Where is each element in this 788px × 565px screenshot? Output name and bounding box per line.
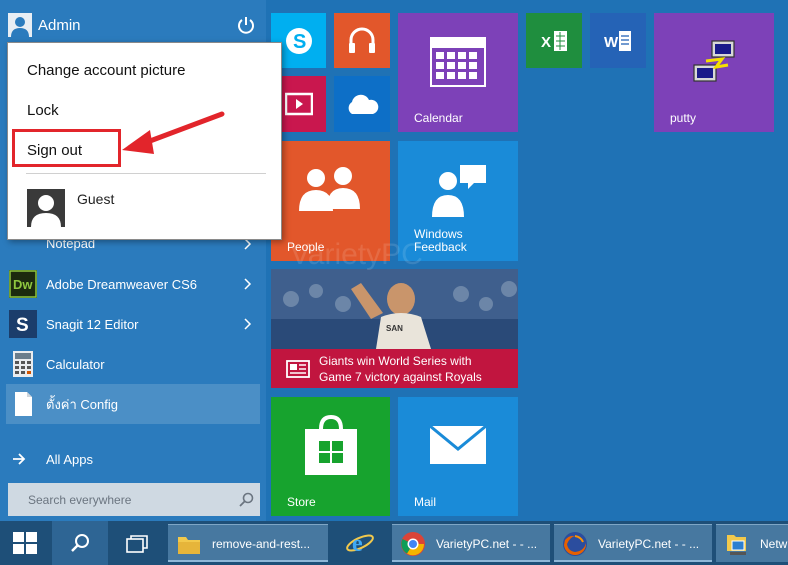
app-item-snagit[interactable]: S Snagit 12 Editor <box>6 306 260 342</box>
guest-user-icon <box>27 189 65 227</box>
lock-item[interactable]: Lock <box>27 102 59 119</box>
chrome-icon <box>401 532 425 556</box>
tile-putty[interactable]: putty <box>654 13 774 132</box>
svg-text:W: W <box>604 34 619 51</box>
news-headline-line-1: Giants win World Series with <box>319 354 472 368</box>
task-label: Netw <box>760 537 788 551</box>
tile-onedrive[interactable] <box>334 76 390 132</box>
calendar-icon <box>430 37 486 87</box>
watermark: VarietyPC <box>290 238 423 271</box>
search-icon <box>71 534 89 552</box>
task-view-icon <box>126 535 148 553</box>
taskbar: remove-and-rest... e VarietyPC.net - - .… <box>0 521 788 565</box>
internet-explorer-icon: e <box>346 531 374 557</box>
task-label: VarietyPC.net - - ... <box>598 537 700 551</box>
search-input[interactable] <box>8 483 228 516</box>
user-name[interactable]: Admin <box>38 17 81 34</box>
svg-text:S: S <box>293 31 306 53</box>
excel-icon: X <box>541 31 567 51</box>
tile-label: Calendar <box>414 111 463 125</box>
all-apps-label: All Apps <box>46 452 93 467</box>
store-bag-icon <box>305 414 357 475</box>
app-item-label: Adobe Dreamweaver CS6 <box>46 276 198 292</box>
annotation-arrow-icon <box>122 111 225 154</box>
menu-divider <box>26 173 266 174</box>
svg-text:Dw: Dw <box>13 277 33 292</box>
user-avatar-icon <box>8 13 32 37</box>
windows-logo-icon <box>13 532 37 554</box>
tile-word[interactable]: W <box>590 13 646 68</box>
taskbar-ie-button[interactable]: e <box>332 521 388 565</box>
svg-text:X: X <box>541 34 551 51</box>
app-item-config[interactable]: ตั้งค่า Config <box>6 384 260 424</box>
document-icon <box>15 392 32 416</box>
task-active-indicator <box>554 560 712 562</box>
news-photo-image: SAN <box>271 269 518 349</box>
snagit-icon: S <box>9 310 37 338</box>
search-taskbar-button[interactable] <box>52 521 108 565</box>
chevron-right-icon[interactable] <box>243 316 253 332</box>
newspaper-icon <box>286 360 310 378</box>
task-view-button[interactable] <box>108 521 164 565</box>
skype-icon: S <box>286 28 312 54</box>
task-active-indicator <box>392 560 550 562</box>
tile-calendar[interactable]: Calendar <box>398 13 518 132</box>
chevron-right-icon[interactable] <box>243 276 253 292</box>
firefox-icon <box>563 532 587 556</box>
taskbar-task-explorer[interactable]: remove-and-rest... <box>168 524 328 562</box>
folder-icon <box>178 537 200 554</box>
tile-music[interactable] <box>334 13 390 68</box>
app-item-label: ตั้งค่า Config <box>46 396 118 412</box>
search-box[interactable] <box>8 483 260 516</box>
task-active-indicator <box>168 560 328 562</box>
feedback-icon <box>432 165 486 217</box>
news-headline: Giants win World Series with Game 7 vict… <box>319 353 482 385</box>
search-icon[interactable] <box>238 492 254 508</box>
app-item-label: Snagit 12 Editor <box>46 316 139 332</box>
dreamweaver-icon: Dw <box>9 270 37 298</box>
video-icon <box>285 92 313 116</box>
power-icon[interactable] <box>236 15 256 35</box>
tile-mail[interactable]: Mail <box>398 397 518 516</box>
word-icon: W <box>604 31 631 51</box>
news-headline-bar: Giants win World Series with Game 7 vict… <box>271 349 518 388</box>
people-icon <box>299 167 360 211</box>
all-apps-button[interactable]: All Apps <box>10 450 190 470</box>
arrow-right-icon <box>13 453 26 465</box>
guest-user-label[interactable]: Guest <box>77 191 114 207</box>
putty-icon <box>693 40 735 82</box>
taskbar-task-network[interactable]: Netw <box>716 524 788 562</box>
task-label: remove-and-rest... <box>212 537 311 551</box>
guest-avatar[interactable] <box>27 189 65 227</box>
svg-text:e: e <box>352 531 363 557</box>
change-account-picture-item[interactable]: Change account picture <box>27 62 185 79</box>
tile-label: Store <box>287 495 316 509</box>
tile-news[interactable]: SAN Giants win World Series with Game 7 … <box>271 269 518 388</box>
tile-excel[interactable]: X <box>526 13 582 68</box>
tile-label: putty <box>670 111 697 125</box>
app-item-dreamweaver[interactable]: Dw Adobe Dreamweaver CS6 <box>6 266 260 302</box>
taskbar-task-firefox[interactable]: VarietyPC.net - - ... <box>554 524 712 562</box>
news-headline-line-2: Game 7 victory against Royals <box>319 370 482 384</box>
taskbar-task-chrome[interactable]: VarietyPC.net - - ... <box>392 524 550 562</box>
tile-label: Mail <box>414 495 437 509</box>
user-bar[interactable]: Admin <box>0 0 266 40</box>
svg-text:S: S <box>16 315 29 336</box>
svg-text:SAN: SAN <box>386 324 403 333</box>
cloud-icon <box>348 94 379 114</box>
task-label: VarietyPC.net - - ... <box>436 537 538 551</box>
tile-label: Windows Feedback <box>414 227 467 254</box>
app-item-calculator[interactable]: Calculator <box>6 346 260 382</box>
calculator-icon <box>13 351 33 377</box>
headphones-icon <box>349 27 375 53</box>
tile-store[interactable]: Store <box>271 397 390 516</box>
start-button[interactable] <box>0 521 52 565</box>
mail-icon <box>429 425 487 464</box>
sign-out-item[interactable]: Sign out <box>27 142 82 159</box>
network-icon <box>727 535 746 555</box>
app-item-label: Calculator <box>46 356 105 372</box>
